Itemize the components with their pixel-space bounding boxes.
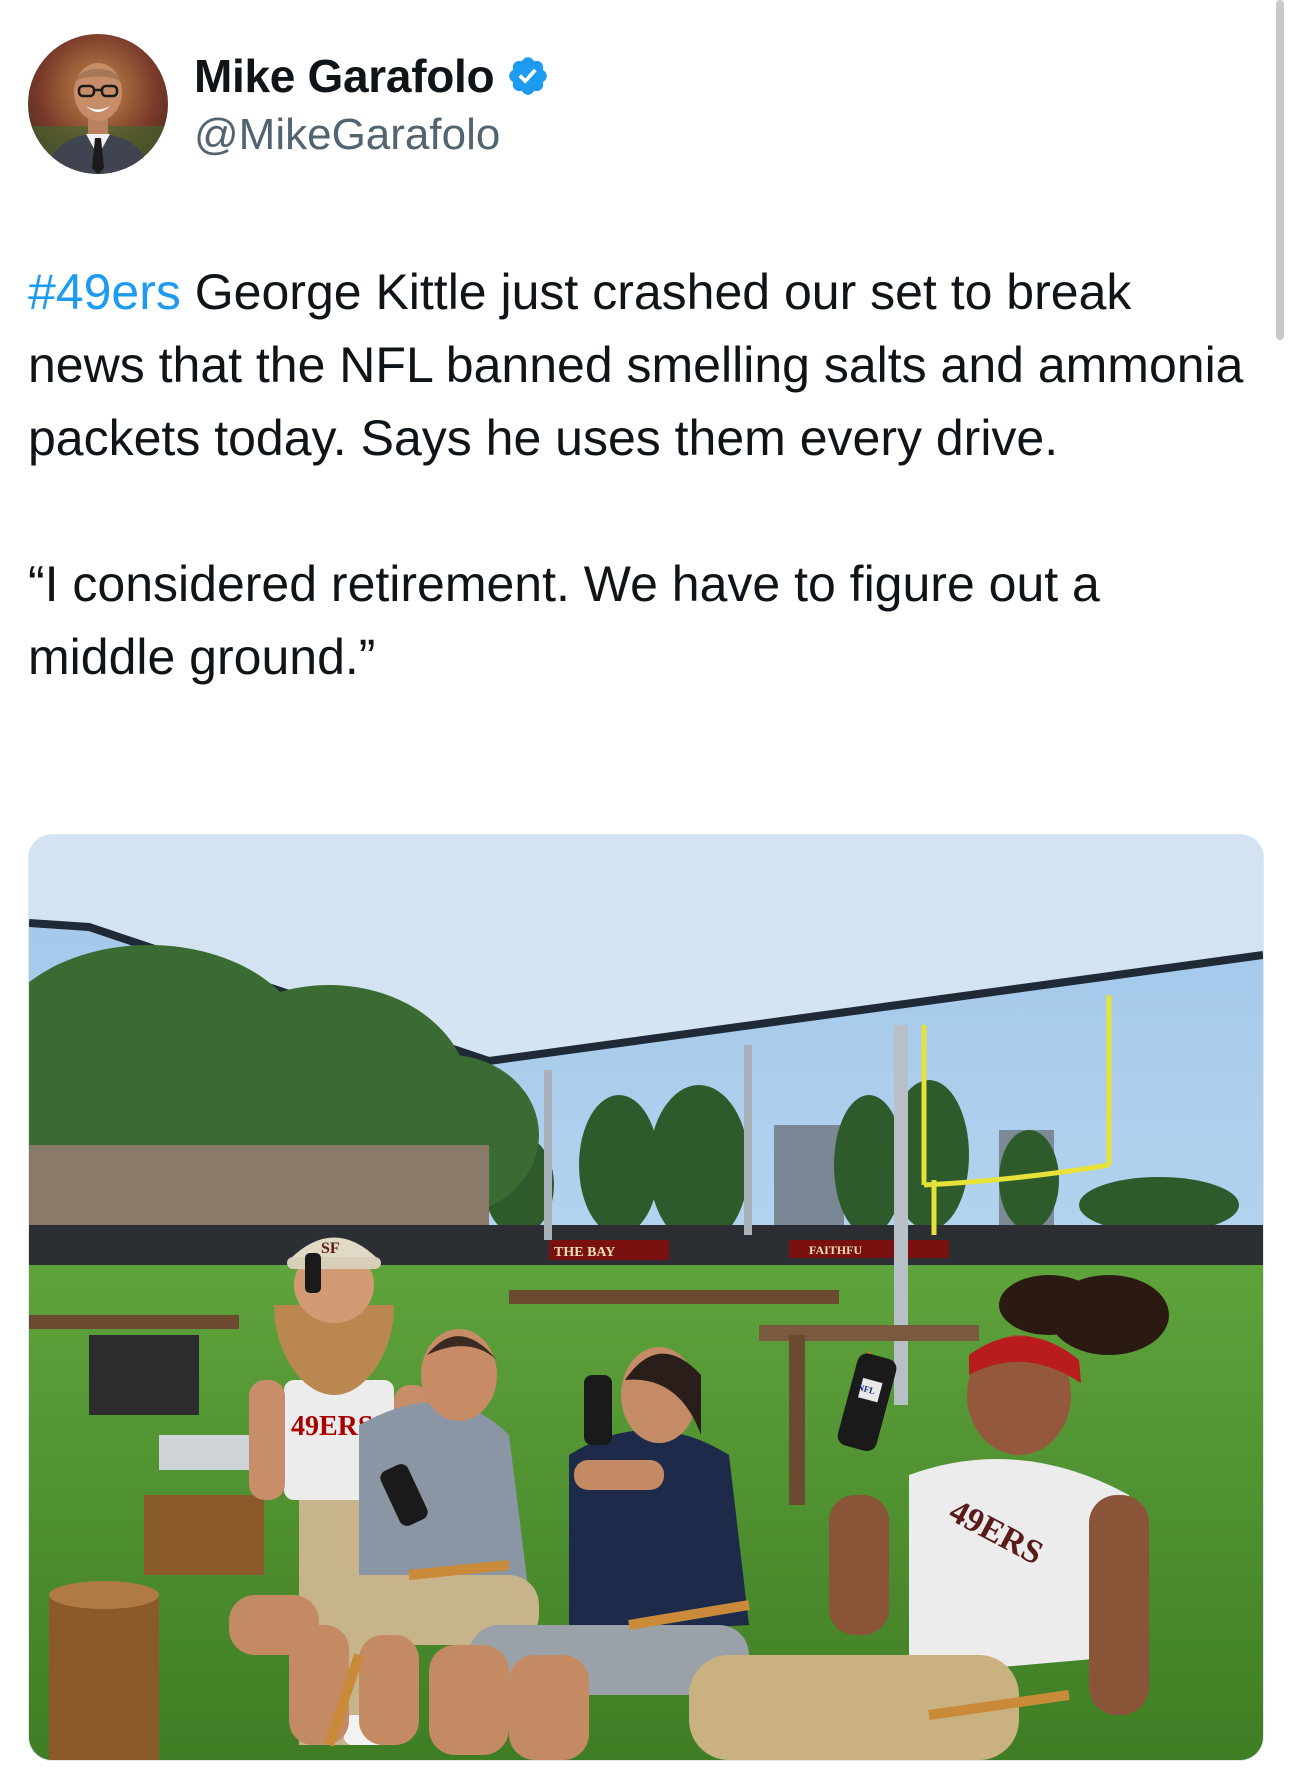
verified-badge-icon [509, 57, 548, 95]
nfl-network-set-photo: THE BAY FAITHFU 49ERS SF 49ERS NFL [29, 835, 1263, 1760]
tweet-photo[interactable]: THE BAY FAITHFU 49ERS SF 49ERS NFL [28, 834, 1264, 1761]
hashtag-link[interactable]: #49ers [28, 264, 181, 320]
author-name-row: Mike Garafolo [194, 46, 550, 106]
faithful-banner-text: FAITHFU [809, 1243, 862, 1257]
author-handle[interactable]: @MikeGarafolo [194, 110, 500, 160]
banner-text: THE BAY [554, 1245, 615, 1260]
avatar[interactable] [28, 34, 168, 174]
tweet-paragraph-1: #49ers George Kittle just crashed our se… [28, 256, 1248, 475]
tweet-paragraph-2: “I considered retirement. We have to fig… [28, 556, 1100, 685]
stump-table [49, 1595, 159, 1760]
profile-photo [28, 34, 168, 174]
cap-logo-text: SF [321, 1240, 340, 1257]
display-name[interactable]: Mike Garafolo [194, 49, 495, 103]
tweet-text: #49ers George Kittle just crashed our se… [28, 256, 1248, 694]
tweet-body-text: George Kittle just crashed our set to br… [28, 264, 1244, 466]
scrollbar[interactable] [1276, 0, 1284, 340]
